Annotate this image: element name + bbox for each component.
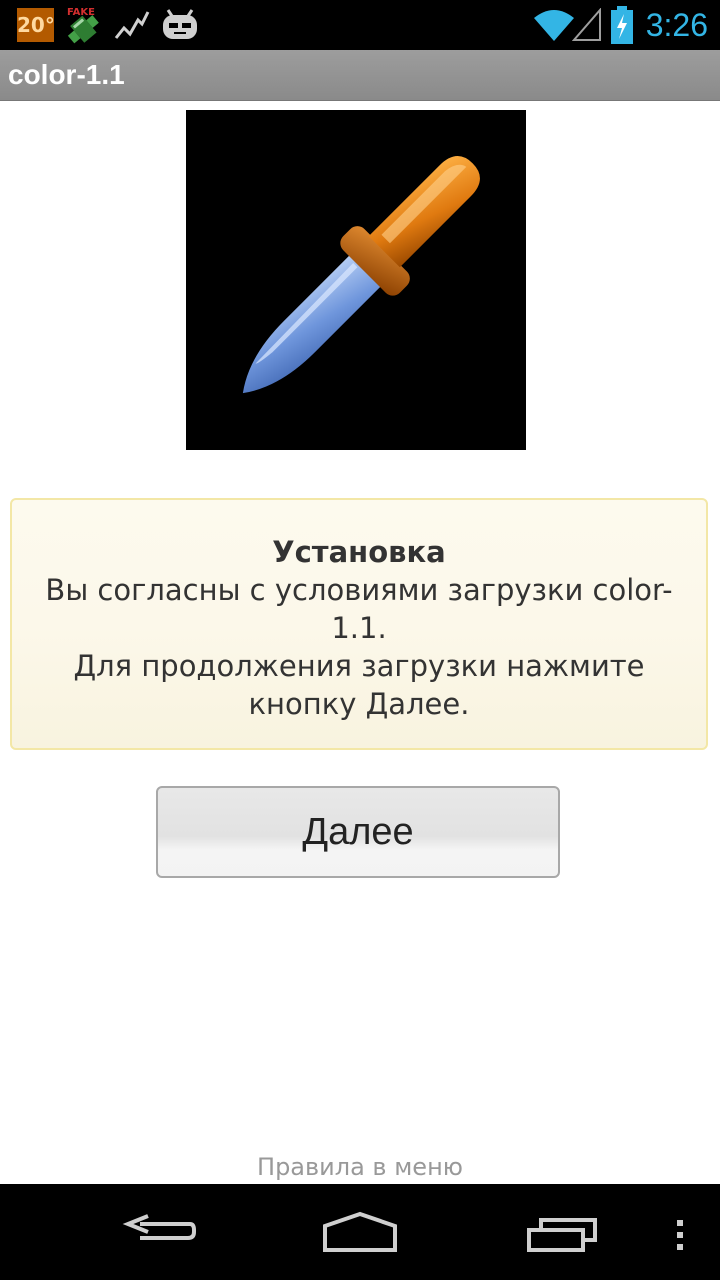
navigation-bar <box>0 1184 720 1280</box>
signal-icon <box>572 8 601 41</box>
temperature-icon: 20° <box>17 8 55 42</box>
back-icon <box>122 1214 196 1240</box>
activity-chart-icon <box>114 11 150 39</box>
back-button[interactable] <box>110 1184 210 1280</box>
clock: 3:26 <box>645 7 708 43</box>
app-title: color-1.1 <box>8 59 125 90</box>
battery-charging-icon <box>611 6 633 44</box>
app-title-bar: color-1.1 <box>0 50 720 101</box>
android-bot-icon <box>163 9 197 39</box>
fake-gps-icon: FAKE <box>67 7 99 44</box>
status-bar: 20° FAKE 3:26 <box>0 0 720 50</box>
eyedropper-icon <box>242 156 480 394</box>
notice-heading: Установка <box>272 535 446 569</box>
home-button[interactable] <box>310 1184 410 1280</box>
home-icon <box>323 1211 397 1252</box>
rules-in-menu-text: Правила в меню <box>257 1153 463 1181</box>
wifi-icon <box>534 10 574 41</box>
next-button[interactable]: Далее <box>156 786 560 878</box>
overflow-menu-button[interactable] <box>660 1184 700 1280</box>
app-icon-image <box>186 110 526 450</box>
install-notice: Установка Вы согласны с условиями загруз… <box>10 498 708 750</box>
recent-apps-icon <box>527 1218 597 1252</box>
notice-terms-text: Вы согласны с условиями загрузки color-1… <box>45 573 673 645</box>
notice-instruction-text: Для продолжения загрузки нажмите кнопку … <box>73 649 645 721</box>
overflow-menu-icon <box>677 1220 683 1250</box>
recent-apps-button[interactable] <box>515 1184 615 1280</box>
temperature-value: 20° <box>17 13 55 37</box>
